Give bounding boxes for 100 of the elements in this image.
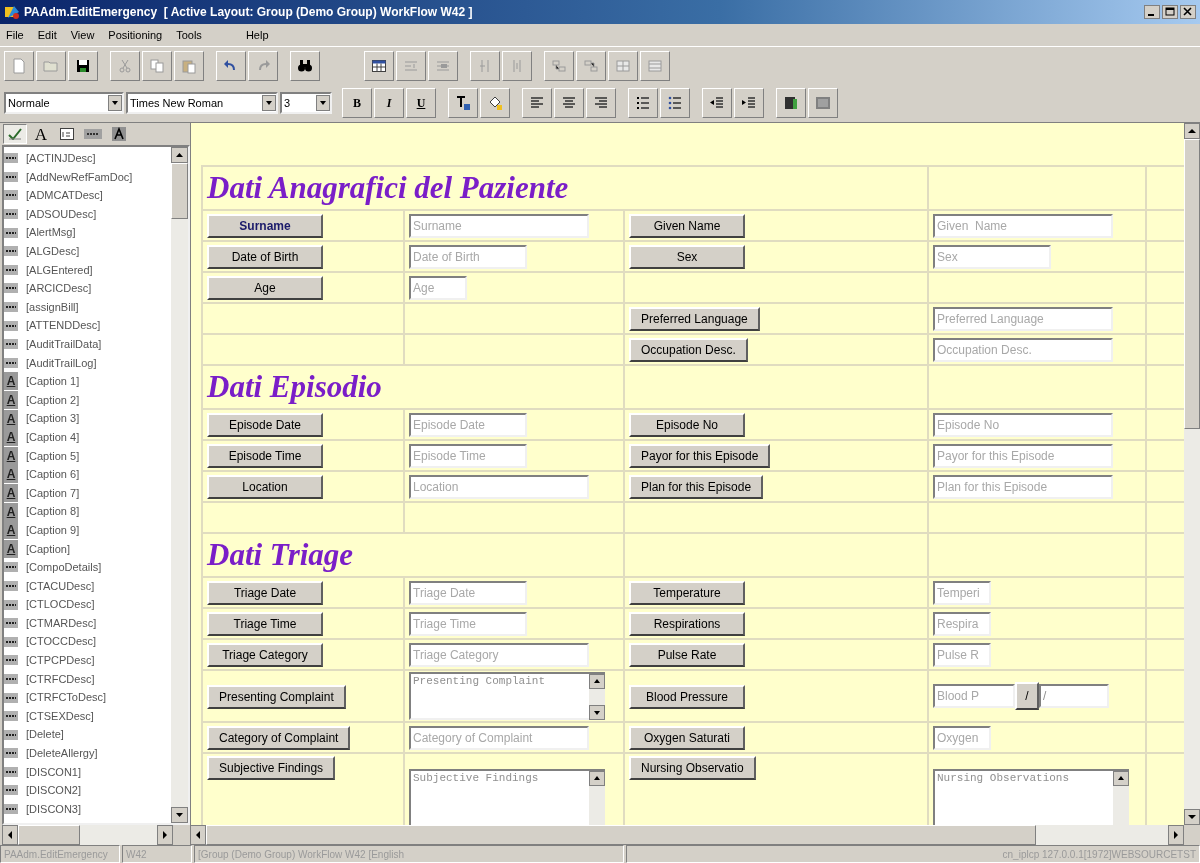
palette-item[interactable]: [Caption 2]	[26, 391, 80, 409]
palette-item[interactable]: [CTLOCDesc]	[26, 596, 95, 613]
align-right-button[interactable]	[586, 88, 616, 118]
palette-item[interactable]: [ALGDesc]	[26, 243, 80, 260]
scroll-down-icon[interactable]	[589, 705, 605, 720]
input-field[interactable]: Oxygen	[933, 726, 991, 750]
open-folder-button[interactable]	[36, 50, 66, 81]
form-button[interactable]: Triage Date	[207, 581, 323, 605]
palette-item[interactable]: [CompoDetails]	[26, 559, 102, 576]
menu-item[interactable]: Positioning	[108, 26, 163, 44]
split-cells-button[interactable]	[576, 50, 606, 81]
cell-props-button[interactable]	[640, 50, 670, 81]
form-button[interactable]: Blood Pressure	[629, 684, 745, 709]
table-button[interactable]	[364, 50, 394, 81]
input-field[interactable]: Triage Category	[409, 643, 589, 667]
form-button[interactable]: Preferred Language	[629, 307, 760, 331]
palette-item[interactable]: [Caption 7]	[26, 484, 80, 502]
input-field[interactable]: Temperi	[933, 581, 991, 605]
scrollbar[interactable]	[171, 147, 188, 823]
menu-item[interactable]: Tools	[176, 26, 202, 44]
palette-item[interactable]: [ACTINJDesc]	[26, 150, 96, 167]
palette-item[interactable]: [ADMCATDesc]	[26, 187, 103, 204]
scroll-left-icon[interactable]	[2, 825, 18, 845]
form-button[interactable]: Pulse Rate	[629, 643, 745, 667]
form-button[interactable]: Presenting Complaint	[207, 684, 346, 709]
palette-tab[interactable]	[3, 124, 27, 144]
input-field[interactable]: Given Name	[933, 214, 1113, 238]
fill-color-button[interactable]	[480, 88, 510, 118]
scrollbar-thumb[interactable]	[206, 825, 1036, 845]
menu-item[interactable]: Edit	[37, 26, 57, 44]
menu-item[interactable]: View	[70, 26, 95, 44]
text-area[interactable]: Presenting Complaint	[409, 672, 589, 720]
palette-item[interactable]: [Caption 4]	[26, 428, 80, 446]
close-icon[interactable]	[1180, 5, 1196, 19]
scroll-up-icon[interactable]	[1113, 771, 1129, 786]
bold-button[interactable]: B	[342, 88, 372, 118]
palette-item[interactable]: [Caption]	[26, 540, 71, 557]
palette-item[interactable]: [AuditTrailData]	[26, 336, 102, 353]
text-area[interactable]: Subjective Findings	[409, 769, 589, 825]
menu-item[interactable]: Help	[245, 26, 269, 44]
input-field[interactable]: Blood P	[933, 684, 1015, 708]
bullet-list-button[interactable]	[660, 88, 690, 118]
form-button[interactable]: Given Name	[629, 214, 745, 238]
scroll-up-icon[interactable]	[171, 147, 188, 163]
clear-format-button[interactable]	[448, 88, 478, 118]
numbered-list-button[interactable]	[628, 88, 658, 118]
palette-item[interactable]: [Delete]	[26, 726, 64, 743]
form-button[interactable]: Triage Category	[207, 643, 323, 667]
input-field[interactable]: Payor for this Episode	[933, 444, 1113, 468]
scrollbar[interactable]	[1113, 769, 1129, 825]
input-field[interactable]: Triage Date	[409, 581, 527, 605]
input-field[interactable]: Episode Time	[409, 444, 527, 468]
insert-column-button[interactable]	[470, 50, 500, 81]
style-dropdown[interactable]: Normale	[4, 92, 124, 114]
palette-tab[interactable]: A	[29, 124, 53, 144]
scrollbar-thumb[interactable]	[1184, 139, 1200, 429]
palette-item[interactable]: [ATTENDDesc]	[26, 317, 101, 334]
palette-item[interactable]: [CTRFCDesc]	[26, 670, 95, 688]
palette-item[interactable]: [AddNewRefFamDoc]	[26, 168, 133, 186]
form-button[interactable]: Subjective Findings	[207, 756, 336, 780]
input-field[interactable]: Plan for this Episode	[933, 475, 1113, 499]
paste-button[interactable]	[174, 50, 204, 81]
new-page-button[interactable]	[4, 50, 34, 81]
find-button[interactable]	[290, 50, 320, 81]
input-field[interactable]: Occupation Desc.	[933, 338, 1113, 362]
form-button[interactable]: Category of Complaint	[207, 726, 351, 750]
scrollbar[interactable]	[190, 825, 1184, 845]
palette-item[interactable]: [AuditTrailLog]	[26, 354, 97, 372]
scroll-down-icon[interactable]	[171, 807, 188, 823]
palette-item[interactable]: [Caption 5]	[26, 447, 80, 465]
input-field[interactable]: Location	[409, 475, 589, 499]
form-button[interactable]: Sex	[629, 245, 745, 269]
palette-item[interactable]: [Caption 1]	[26, 373, 80, 390]
scrollbar[interactable]	[2, 825, 173, 845]
palette-item[interactable]: [Caption 6]	[26, 466, 80, 483]
input-field[interactable]: Age	[409, 276, 467, 300]
underline-button[interactable]: U	[406, 88, 436, 118]
palette-item[interactable]: [ARCICDesc]	[26, 280, 92, 297]
palette-item[interactable]: [AlertMsg]	[26, 224, 76, 241]
input-field[interactable]: Episode Date	[409, 413, 527, 437]
scrollbar[interactable]	[589, 672, 605, 720]
undo-button[interactable]	[216, 50, 246, 81]
palette-item[interactable]: [assignBill]	[26, 298, 79, 316]
palette-item[interactable]: [DISCON2]	[26, 782, 81, 799]
menu-item[interactable]: File	[6, 26, 24, 44]
input-field[interactable]: Triage Time	[409, 612, 527, 636]
palette-item[interactable]: [CTRFCToDesc]	[26, 689, 107, 706]
outdent-button[interactable]	[702, 88, 732, 118]
palette-item[interactable]: [Caption 3]	[26, 410, 80, 427]
italic-button[interactable]: I	[374, 88, 404, 118]
scrollbar-thumb[interactable]	[18, 825, 80, 845]
form-button[interactable]: Oxygen Saturati	[629, 726, 745, 750]
form-button[interactable]: Temperature	[629, 581, 745, 605]
delete-row-button[interactable]	[428, 50, 458, 81]
scroll-down-icon[interactable]	[1184, 809, 1200, 825]
form-button[interactable]: Location	[207, 475, 323, 499]
redo-button[interactable]	[248, 50, 278, 81]
scrollbar[interactable]	[589, 769, 605, 825]
form-button[interactable]: Payor for this Episode	[629, 444, 771, 468]
form-button[interactable]: Nursing Observatio	[629, 756, 756, 780]
